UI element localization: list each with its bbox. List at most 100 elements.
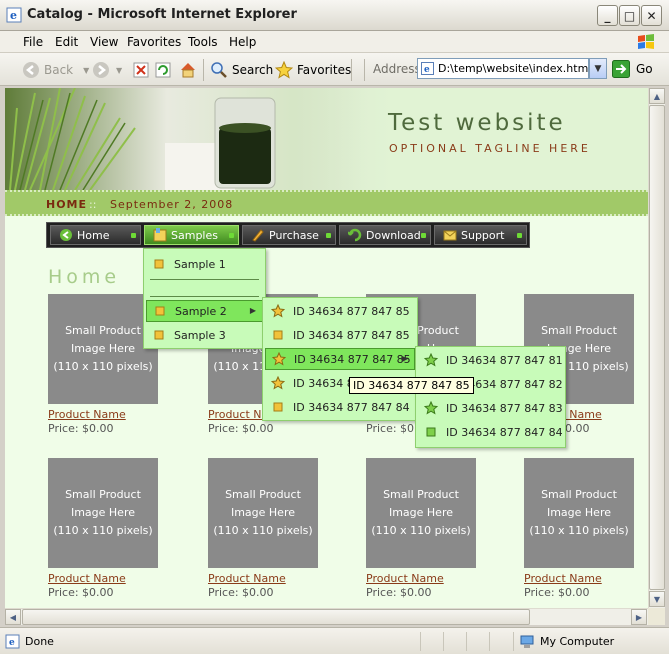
nav-support-button[interactable]: Support bbox=[434, 225, 527, 245]
submenu-item-id[interactable]: ID 34634 877 847 81 bbox=[418, 349, 563, 371]
scroll-up-icon[interactable]: ▲ bbox=[649, 88, 665, 104]
site-tagline: OPTIONAL TAGLINE HERE bbox=[389, 142, 591, 155]
svg-text:e: e bbox=[10, 9, 17, 22]
home-arrow-icon bbox=[60, 229, 72, 241]
nav-support-label: Support bbox=[461, 228, 505, 242]
submenu-item-sample-2[interactable]: Sample 2 ▶ bbox=[146, 300, 263, 322]
samples-box-icon bbox=[153, 228, 167, 242]
close-button[interactable]: ✕ bbox=[641, 5, 662, 26]
nav-home-button[interactable]: Home bbox=[50, 225, 141, 245]
sample-2-submenu: ID 34634 877 847 85 ID 34634 877 847 85 … bbox=[262, 297, 418, 421]
vertical-scroll-thumb[interactable] bbox=[649, 105, 665, 590]
product-name-link[interactable]: Product Name bbox=[524, 572, 634, 585]
status-bar: e Done My Computer bbox=[0, 627, 669, 654]
home-icon[interactable] bbox=[179, 61, 197, 79]
scroll-corner bbox=[648, 608, 665, 625]
submenu-item-id[interactable]: ID 34634 877 847 83 bbox=[418, 397, 563, 419]
nav-download-label: Download bbox=[366, 228, 421, 242]
security-zone: My Computer bbox=[513, 632, 643, 651]
svg-text:e: e bbox=[9, 638, 15, 648]
green-star-icon bbox=[424, 401, 438, 415]
submenu-separator bbox=[150, 279, 259, 280]
submenu-arrow-icon: ▶ bbox=[249, 306, 256, 315]
product-card: Small ProductImage Here(110 x 110 pixels… bbox=[524, 458, 634, 599]
submenu-arrow-icon: ▶ bbox=[401, 354, 408, 363]
date-text: September 2, 2008 bbox=[110, 198, 234, 211]
minimize-button[interactable]: _ bbox=[597, 5, 618, 26]
back-button[interactable]: Back ▼ bbox=[22, 59, 89, 81]
submenu-item-sample-3[interactable]: Sample 3 bbox=[146, 324, 263, 346]
submenu-item-id[interactable]: ID 34634 877 847 85 bbox=[265, 324, 415, 346]
submenu-item-id[interactable]: ID 34634 877 847 85 bbox=[265, 300, 415, 322]
product-name-link[interactable]: Product Name bbox=[208, 572, 318, 585]
submenu-item-id[interactable]: ID 34634 877 847 84 bbox=[265, 396, 415, 418]
page-viewport: Test website OPTIONAL TAGLINE HERE HOME … bbox=[5, 88, 648, 608]
product-image[interactable]: Small ProductImage Here(110 x 110 pixels… bbox=[524, 458, 634, 568]
refresh-icon[interactable] bbox=[155, 62, 171, 78]
scroll-right-icon[interactable]: ▶ bbox=[631, 609, 647, 625]
scroll-down-icon[interactable]: ▼ bbox=[649, 591, 665, 607]
favorites-label: Favorites bbox=[297, 63, 352, 77]
nav-download-button[interactable]: Download bbox=[339, 225, 431, 245]
window-title: Catalog - Microsoft Internet Explorer bbox=[27, 7, 297, 22]
stop-icon[interactable] bbox=[133, 62, 149, 78]
samples-submenu: Sample 1 Sample 2 ▶ Sample 3 bbox=[143, 248, 266, 349]
product-price: Price: $0.00 bbox=[208, 422, 274, 435]
forward-arrow-icon bbox=[93, 62, 109, 78]
horizontal-scroll-thumb[interactable] bbox=[22, 609, 530, 625]
svg-text:e: e bbox=[424, 65, 430, 75]
search-button[interactable]: Search bbox=[210, 59, 273, 81]
menu-help[interactable]: Help bbox=[229, 35, 256, 49]
horizontal-scrollbar[interactable]: ◀ ▶ bbox=[5, 608, 648, 625]
menu-view[interactable]: View bbox=[90, 35, 118, 49]
forward-dropdown-icon[interactable]: ▼ bbox=[116, 66, 122, 75]
bullet-square-icon bbox=[155, 306, 165, 316]
green-star-icon bbox=[424, 353, 438, 367]
page-done-icon: e bbox=[5, 634, 20, 649]
ie-icon: e bbox=[6, 7, 22, 23]
product-card: Small ProductImage Here(110 x 110 pixels… bbox=[48, 294, 158, 435]
product-image[interactable]: Small ProductImage Here(110 x 110 pixels… bbox=[48, 458, 158, 568]
search-icon bbox=[211, 62, 227, 78]
menu-edit[interactable]: Edit bbox=[55, 35, 78, 49]
submenu-item-id-active[interactable]: ID 34634 877 847 85 ▶ bbox=[265, 348, 415, 370]
go-label: Go bbox=[636, 61, 653, 76]
menu-tools[interactable]: Tools bbox=[188, 35, 218, 49]
menu-file[interactable]: File bbox=[23, 35, 43, 49]
product-image[interactable]: Small ProductImage Here(110 x 110 pixels… bbox=[48, 294, 158, 404]
nav-purchase-label: Purchase bbox=[269, 228, 319, 242]
scroll-left-icon[interactable]: ◀ bbox=[5, 609, 21, 625]
nav-purchase-button[interactable]: Purchase bbox=[242, 225, 336, 245]
breadcrumb-home-link[interactable]: HOME bbox=[46, 198, 87, 211]
nav-samples-button[interactable]: Samples bbox=[144, 225, 239, 245]
product-name-link[interactable]: Product Name bbox=[48, 408, 158, 421]
page-icon: e bbox=[421, 62, 434, 75]
product-name-link[interactable]: Product Name bbox=[366, 572, 476, 585]
back-arrow-icon bbox=[23, 62, 39, 78]
star-icon bbox=[275, 61, 293, 79]
id-submenu: ID 34634 877 847 81 ID 34634 877 847 82 … bbox=[415, 346, 566, 448]
favorites-button[interactable]: Favorites bbox=[275, 59, 351, 81]
vertical-scrollbar[interactable]: ▲ ▼ bbox=[648, 88, 665, 608]
star-badge-icon bbox=[272, 352, 286, 366]
header-photo bbox=[5, 88, 365, 190]
product-image[interactable]: Small ProductImage Here(110 x 110 pixels… bbox=[208, 458, 318, 568]
status-text: Done bbox=[25, 635, 54, 648]
address-value: D:\temp\website\index.html bbox=[438, 62, 592, 75]
back-label: Back bbox=[44, 63, 74, 77]
product-price: Price: $0.00 bbox=[524, 586, 590, 599]
address-dropdown-button[interactable]: ▼ bbox=[589, 58, 607, 79]
maximize-button[interactable]: □ bbox=[619, 5, 640, 26]
address-input[interactable]: e D:\temp\website\index.html bbox=[417, 58, 592, 79]
product-image[interactable]: Small ProductImage Here(110 x 110 pixels… bbox=[366, 458, 476, 568]
product-name-link[interactable]: Product Name bbox=[48, 572, 158, 585]
bullet-square-icon bbox=[273, 330, 283, 340]
menu-favorites[interactable]: Favorites bbox=[127, 35, 181, 49]
site-header: Test website OPTIONAL TAGLINE HERE bbox=[5, 88, 648, 190]
go-button[interactable]: Go bbox=[612, 58, 653, 79]
submenu-item-id[interactable]: ID 34634 877 847 84 bbox=[418, 421, 563, 443]
forward-button[interactable]: ▼ bbox=[92, 59, 122, 81]
back-dropdown-icon[interactable]: ▼ bbox=[83, 66, 89, 75]
bullet-square-icon bbox=[273, 402, 283, 412]
submenu-item-sample-1[interactable]: Sample 1 bbox=[146, 253, 263, 275]
